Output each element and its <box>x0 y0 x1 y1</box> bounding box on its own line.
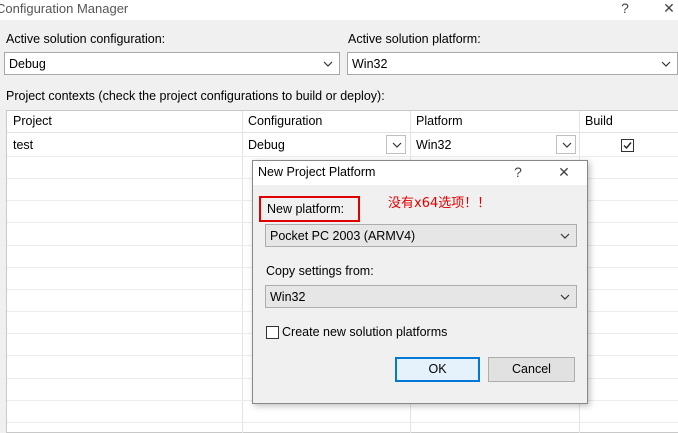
dialog-title: New Project Platform <box>258 165 376 179</box>
help-button[interactable]: ? <box>614 0 636 18</box>
checkmark-icon <box>623 142 632 150</box>
copy-settings-dropdown[interactable]: Win32 <box>265 285 577 308</box>
copy-settings-value: Win32 <box>270 290 306 304</box>
column-header-build[interactable]: Build <box>585 114 613 128</box>
row-divider <box>7 422 678 423</box>
project-contexts-label: Project contexts (check the project conf… <box>6 89 385 103</box>
chevron-down-icon <box>560 294 570 300</box>
window-title: Configuration Manager <box>0 1 129 16</box>
new-platform-value: Pocket PC 2003 (ARMV4) <box>270 229 416 243</box>
annotation-text: 没有x64选项！！ <box>388 196 491 211</box>
new-platform-dropdown[interactable]: Pocket PC 2003 (ARMV4) <box>265 224 577 247</box>
create-solution-platforms-checkbox[interactable] <box>266 326 279 339</box>
chevron-down-icon <box>562 142 572 148</box>
cancel-button[interactable]: Cancel <box>488 357 575 382</box>
active-config-dropdown[interactable]: Debug <box>4 52 340 75</box>
column-divider <box>242 111 243 433</box>
dropdown-button[interactable] <box>556 135 576 154</box>
close-button[interactable]: ✕ <box>658 0 678 18</box>
chevron-down-icon <box>661 61 671 67</box>
column-header-project[interactable]: Project <box>13 114 52 128</box>
build-checkbox[interactable] <box>621 139 634 152</box>
chevron-down-icon <box>392 142 402 148</box>
active-config-value: Debug <box>9 57 46 71</box>
column-header-platform[interactable]: Platform <box>416 114 463 128</box>
ok-button[interactable]: OK <box>395 357 480 382</box>
active-platform-value: Win32 <box>352 57 388 71</box>
copy-settings-label: Copy settings from: <box>266 264 374 278</box>
column-header-configuration[interactable]: Configuration <box>248 114 322 128</box>
highlight-box <box>259 196 360 222</box>
row-configuration-value: Debug <box>248 138 285 152</box>
row-configuration-dropdown[interactable]: Debug <box>243 134 409 155</box>
chevron-down-icon <box>323 61 333 67</box>
row-platform-dropdown[interactable]: Win32 <box>411 134 578 155</box>
create-solution-platforms-label[interactable]: Create new solution platforms <box>282 325 447 339</box>
row-platform-value: Win32 <box>416 138 452 152</box>
active-platform-label: Active solution platform: <box>348 32 481 46</box>
row-project-name: test <box>13 138 34 152</box>
dialog-help-button[interactable]: ? <box>507 164 529 182</box>
dialog-close-button[interactable]: ✕ <box>553 164 575 182</box>
chevron-down-icon <box>560 233 570 239</box>
row-divider <box>7 156 678 157</box>
dropdown-button[interactable] <box>386 135 406 154</box>
active-config-label: Active solution configuration: <box>6 32 166 46</box>
active-platform-dropdown[interactable]: Win32 <box>347 52 678 75</box>
grid-header-row <box>7 111 678 133</box>
